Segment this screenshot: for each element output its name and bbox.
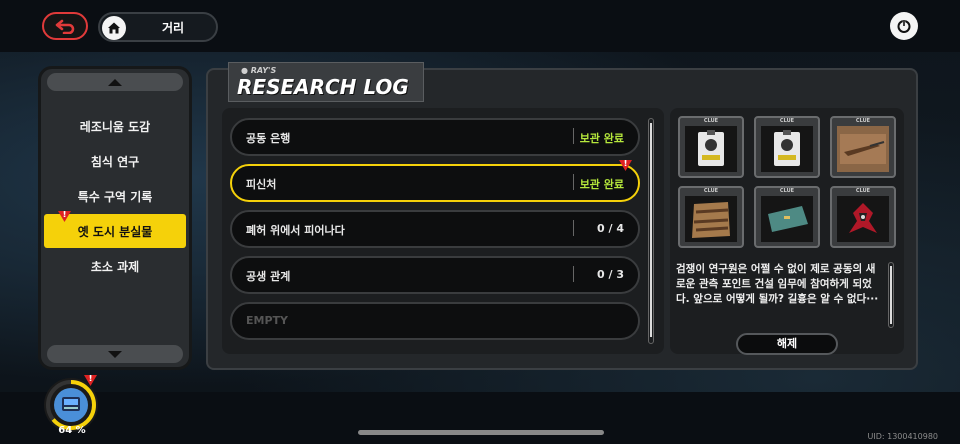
id-card-icon — [698, 130, 724, 166]
progress-ring — [46, 380, 96, 430]
description-scrollbar[interactable] — [888, 262, 894, 328]
top-bar: 거리 — [0, 0, 960, 52]
arrow-up-icon — [108, 78, 122, 86]
menu-item-label: 레조니움 도감 — [79, 119, 151, 134]
log-row-status: 보관 완료 — [579, 178, 624, 191]
clue-label: CLUE — [703, 188, 719, 194]
breadcrumb-label: 거리 — [161, 21, 185, 35]
clue-card[interactable]: CLUE — [754, 116, 820, 178]
user-id: UID: 1300410980 — [867, 432, 938, 441]
research-log-panel: ● RAY'S RESEARCH LOG 공동 은행 보관 완료 ! 피신처 보… — [206, 62, 918, 370]
category-menu: 레조니움 도감 침식 연구 특수 구역 기록 ! 옛 도시 분실물 초소 과제 — [38, 66, 192, 370]
sandbag-icon — [692, 202, 730, 238]
divider — [573, 174, 574, 190]
clue-card[interactable]: CLUE — [830, 116, 896, 178]
decrypt-button[interactable]: 해제 — [736, 333, 838, 355]
log-row-name: EMPTY — [246, 314, 288, 327]
menu-item-resonium-codex[interactable]: 레조니움 도감 — [44, 109, 186, 143]
power-icon[interactable] — [890, 12, 918, 40]
log-row-name: 폐허 위에서 피어나다 — [246, 224, 345, 237]
log-list: 공동 은행 보관 완료 ! 피신처 보관 완료 폐허 위에서 피어나다 0 / … — [222, 108, 664, 354]
clue-description: 검쟁이 연구원은 어쩔 수 없이 제로 공동의 새로운 관측 포인트 건설 임무… — [676, 263, 879, 305]
divider — [573, 128, 574, 144]
clue-label: CLUE — [855, 118, 871, 124]
log-row-name: 공생 관계 — [246, 270, 291, 283]
scrollbar-thumb[interactable] — [650, 123, 652, 337]
scrollbar-thumb[interactable] — [890, 266, 892, 324]
id-card-icon — [774, 130, 800, 166]
scroll-up-button[interactable] — [47, 73, 183, 91]
bottom-bar — [0, 392, 960, 444]
divider — [573, 266, 574, 282]
list-scrollbar[interactable] — [648, 118, 654, 344]
title-subtitle: ● RAY'S — [241, 66, 277, 75]
clue-panel: CLUE CLUE CLUE CLUE CLUE CLUE 검쟁이 연구원은 어… — [670, 108, 904, 355]
breadcrumb[interactable]: 거리 — [98, 12, 218, 42]
clue-card[interactable]: CLUE — [678, 116, 744, 178]
log-row-bloom-on-ruins[interactable]: 폐허 위에서 피어나다 0 / 4 — [230, 210, 640, 248]
mech-icon — [849, 203, 877, 233]
log-row-empty: EMPTY — [230, 302, 640, 340]
menu-item-label: 침식 연구 — [90, 154, 140, 169]
menu-item-label: 초소 과제 — [90, 259, 140, 274]
log-row-symbiosis[interactable]: 공생 관계 0 / 3 — [230, 256, 640, 294]
alert-badge-icon: ! — [619, 160, 632, 171]
log-row-name: 피신처 — [246, 178, 277, 191]
research-log-title: ● RAY'S RESEARCH LOG — [228, 62, 424, 102]
clue-label: CLUE — [779, 118, 795, 124]
menu-item-outpost-tasks[interactable]: 초소 과제 — [44, 249, 186, 283]
progress-widget[interactable]: ! — [44, 375, 98, 432]
scroll-down-button[interactable] — [47, 345, 183, 363]
menu-item-erosion-research[interactable]: 침식 연구 — [44, 144, 186, 178]
menu-item-label: 옛 도시 분실물 — [77, 224, 153, 239]
clue-card[interactable]: CLUE — [678, 186, 744, 248]
clue-card[interactable]: CLUE — [754, 186, 820, 248]
divider — [573, 220, 574, 236]
clue-card[interactable]: CLUE — [830, 186, 896, 248]
document-icon — [768, 206, 808, 232]
home-indicator[interactable] — [358, 430, 604, 435]
home-icon[interactable] — [102, 16, 126, 40]
back-button[interactable] — [42, 12, 88, 40]
log-row-status: 0 / 4 — [597, 222, 624, 235]
log-row-status: 보관 완료 — [579, 132, 624, 145]
arrow-down-icon — [108, 350, 122, 358]
back-arrow-icon — [55, 19, 75, 34]
rifle-icon — [840, 134, 886, 164]
menu-item-special-zone-records[interactable]: 특수 구역 기록 — [44, 179, 186, 213]
clue-label: CLUE — [703, 118, 719, 124]
alert-badge-icon: ! — [58, 211, 71, 222]
menu-item-old-city-lost-items[interactable]: ! 옛 도시 분실물 — [44, 211, 186, 248]
clue-label: CLUE — [779, 188, 795, 194]
log-row-status: 0 / 3 — [597, 268, 624, 281]
title-heading: RESEARCH LOG — [237, 75, 409, 99]
log-row-name: 공동 은행 — [246, 132, 291, 145]
log-row-public-bank[interactable]: 공동 은행 보관 완료 — [230, 118, 640, 156]
clue-label: CLUE — [855, 188, 871, 194]
menu-item-label: 특수 구역 기록 — [77, 189, 153, 204]
progress-percent: 64 % — [58, 425, 86, 436]
log-row-shelter[interactable]: ! 피신처 보관 완료 — [230, 160, 640, 202]
